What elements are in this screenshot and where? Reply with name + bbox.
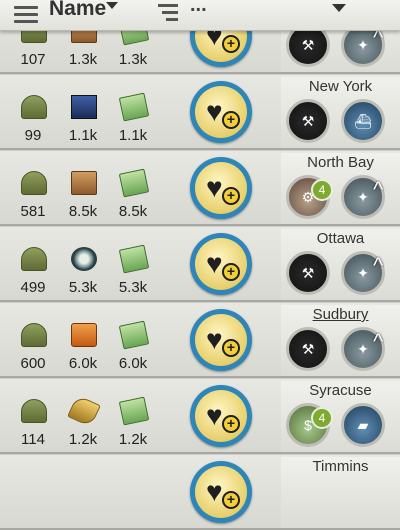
city-name[interactable]: Sudbury: [281, 306, 400, 323]
list-item[interactable]: 499 5.3k 5.3k ♥ + Ottawa ⚒ ✦ ^: [0, 227, 400, 302]
warship-icon[interactable]: ⛴: [341, 99, 385, 143]
list-item[interactable]: ♥ + Timmins: [0, 455, 400, 530]
city-card[interactable]: Timmins: [281, 457, 400, 528]
helmet-icon: [21, 171, 47, 195]
heal-button[interactable]: ♥ +: [190, 81, 252, 143]
more-label[interactable]: ...: [190, 0, 207, 17]
tank-icon[interactable]: ▰: [341, 403, 385, 447]
cash-icon: [118, 320, 150, 350]
city-card[interactable]: New York ⚒ ⛴: [281, 77, 400, 148]
cash-value: 6.0k: [118, 355, 148, 372]
cash-icon: [118, 396, 150, 426]
crate-icon: [71, 171, 97, 195]
helmet-icon: [21, 323, 47, 347]
cash-icon: [118, 92, 150, 122]
list-item[interactable]: 114 1.2k 1.2k ♥ + Syracuse $ 4 ▰: [0, 379, 400, 454]
sort-icon[interactable]: [156, 2, 180, 22]
construction-icon[interactable]: ⚒: [286, 251, 330, 295]
dropdown-arrow-icon[interactable]: [332, 4, 346, 12]
steel-icon: [71, 95, 97, 119]
construction-icon[interactable]: ⚒: [286, 99, 330, 143]
heal-button[interactable]: ♥ +: [190, 385, 252, 447]
tire-icon: [71, 247, 97, 271]
dropdown-arrow-icon[interactable]: [106, 2, 118, 9]
cash-icon: [118, 168, 150, 198]
list-item[interactable]: 600 6.0k 6.0k ♥ + Sudbury ⚒ ✦ ^: [0, 303, 400, 378]
sort-by-name-label[interactable]: Name: [49, 0, 106, 21]
cash-value: 1.3k: [118, 51, 148, 68]
city-card[interactable]: Sudbury ⚒ ✦ ^: [281, 305, 400, 376]
heal-button[interactable]: ♥ +: [190, 461, 252, 523]
city-card[interactable]: Ottawa ⚒ ✦ ^: [281, 229, 400, 300]
helmet-icon: [21, 95, 47, 119]
construction-icon[interactable]: ⚒: [286, 327, 330, 371]
helmet-icon: [21, 399, 47, 423]
city-name[interactable]: Timmins: [281, 458, 400, 475]
city-card[interactable]: North Bay ⚙ 4 ✦ ^: [281, 153, 400, 224]
cash-value: 1.2k: [118, 431, 148, 448]
city-card[interactable]: Syracuse $ 4 ▰: [281, 381, 400, 452]
helmet-icon: [21, 247, 47, 271]
cash-value: 5.3k: [118, 279, 148, 296]
chevron-up-icon[interactable]: ^: [373, 329, 383, 355]
heal-button[interactable]: ♥ +: [190, 157, 252, 219]
city-name[interactable]: North Bay: [281, 154, 400, 171]
list-item[interactable]: 581 8.5k 8.5k ♥ + North Bay ⚙ 4 ✦ ^: [0, 151, 400, 226]
chevron-up-icon[interactable]: ^: [373, 253, 383, 279]
count-badge: 4: [311, 407, 333, 429]
list-header: Name ...: [0, 0, 400, 31]
grain-icon: [67, 394, 101, 428]
cash-value: 1.1k: [118, 127, 148, 144]
heal-button[interactable]: ♥ +: [190, 233, 252, 295]
cash-icon: [118, 244, 150, 274]
heal-button[interactable]: ♥ +: [190, 309, 252, 371]
list-item[interactable]: 99 1.1k 1.1k ♥ + New York ⚒ ⛴: [0, 75, 400, 150]
city-name[interactable]: Ottawa: [281, 230, 400, 247]
count-badge: 4: [311, 179, 333, 201]
city-name[interactable]: Syracuse: [281, 382, 400, 399]
cash-value: 8.5k: [118, 203, 148, 220]
city-name[interactable]: New York: [281, 78, 400, 95]
chevron-up-icon[interactable]: ^: [373, 177, 383, 203]
fuel-icon: [71, 323, 97, 347]
menu-icon[interactable]: [14, 4, 38, 24]
